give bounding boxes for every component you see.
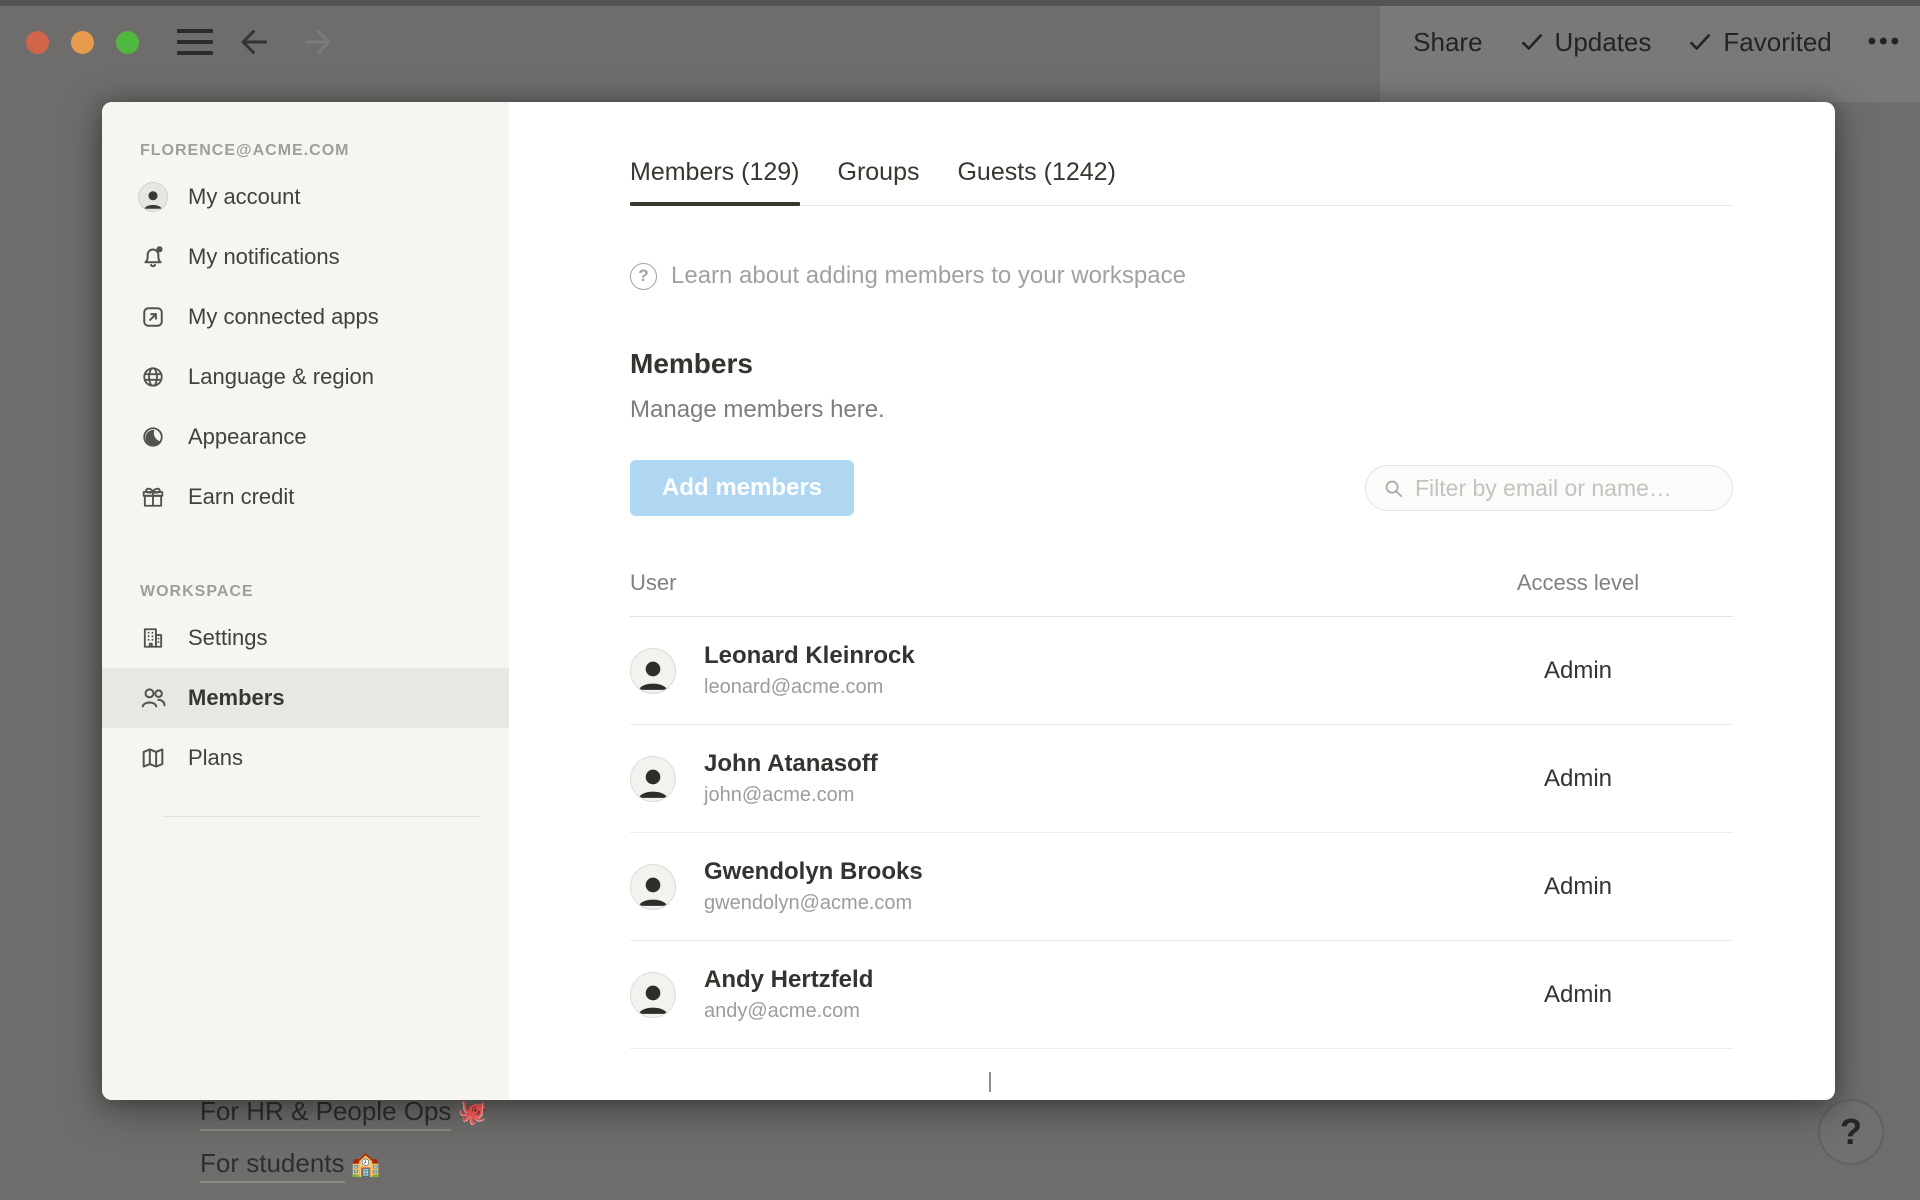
question-mark-icon: ? <box>1840 1111 1862 1153</box>
check-icon <box>1519 29 1545 55</box>
sidebar-item-label: Language & region <box>188 364 374 390</box>
column-header-access-level: Access level <box>1468 570 1688 596</box>
settings-sidebar: FLORENCE@ACME.COM My account My notifica… <box>102 102 509 1100</box>
link-for-students[interactable]: For students🏫 <box>200 1148 380 1179</box>
sidebar-item-earn-credit[interactable]: Earn credit <box>102 467 509 527</box>
sidebar-divider <box>162 816 481 817</box>
link-for-hr-people-ops[interactable]: For HR & People Ops🐙 <box>200 1096 487 1127</box>
octopus-emoji: 🐙 <box>457 1099 487 1126</box>
member-access-level[interactable]: Admin <box>1468 765 1688 793</box>
learn-link-label: Learn about adding members to your works… <box>671 262 1186 290</box>
sidebar-item-label: My notifications <box>188 244 340 270</box>
window-topbar: Share Updates Favorited ••• <box>0 6 1920 78</box>
sidebar-item-settings[interactable]: Settings <box>102 608 509 668</box>
settings-modal: FLORENCE@ACME.COM My account My notifica… <box>102 102 1835 1100</box>
search-icon <box>1382 477 1405 500</box>
updates-label: Updates <box>1555 27 1652 58</box>
sidebar-item-language-region[interactable]: Language & region <box>102 347 509 407</box>
favorited-label: Favorited <box>1723 27 1831 58</box>
members-section-title: Members <box>630 348 1733 380</box>
globe-icon <box>138 362 168 392</box>
moon-circle-icon <box>138 422 168 452</box>
members-settings-panel: Members (129) Groups Guests (1242) ? Lea… <box>509 102 1835 1100</box>
members-section-subtitle: Manage members here. <box>630 396 1733 424</box>
sidebar-item-label: Earn credit <box>188 484 294 510</box>
sidebar-item-label: Members <box>188 685 285 711</box>
minimize-window-button[interactable] <box>71 31 94 54</box>
member-avatar <box>630 972 676 1018</box>
sidebar-item-label: My account <box>188 184 301 210</box>
help-button[interactable]: ? <box>1818 1099 1884 1165</box>
workspace-section-header: WORKSPACE <box>102 583 509 608</box>
sidebar-item-label: Appearance <box>188 424 307 450</box>
bell-icon <box>138 242 168 272</box>
member-name: John Atanasoff <box>704 750 1468 778</box>
sidebar-item-appearance[interactable]: Appearance <box>102 407 509 467</box>
text-cursor <box>989 1072 991 1092</box>
members-actions-row: Add members <box>630 460 1733 516</box>
member-email: john@acme.com <box>704 784 1468 807</box>
gift-icon <box>138 482 168 512</box>
building-icon <box>138 623 168 653</box>
sidebar-item-label: Settings <box>188 625 268 651</box>
sidebar-item-my-notifications[interactable]: My notifications <box>102 227 509 287</box>
share-label: Share <box>1413 27 1482 58</box>
member-access-level[interactable]: Admin <box>1468 981 1688 1009</box>
member-access-level[interactable]: Admin <box>1468 657 1688 685</box>
member-email: andy@acme.com <box>704 1000 1468 1023</box>
members-table-header: User Access level <box>630 570 1733 617</box>
member-info: Gwendolyn Brooks gwendolyn@acme.com <box>704 858 1468 915</box>
sidebar-item-members[interactable]: Members <box>102 668 509 728</box>
close-window-button[interactable] <box>26 31 49 54</box>
member-name: Andy Hertzfeld <box>704 966 1468 994</box>
traffic-lights <box>26 31 139 54</box>
map-icon <box>138 743 168 773</box>
member-avatar <box>630 864 676 910</box>
tab-members[interactable]: Members (129) <box>630 158 800 205</box>
people-icon <box>138 683 168 713</box>
sidebar-item-label: Plans <box>188 745 243 771</box>
member-info: Leonard Kleinrock leonard@acme.com <box>704 642 1468 699</box>
members-tabs: Members (129) Groups Guests (1242) <box>630 158 1733 206</box>
member-name: Gwendolyn Brooks <box>704 858 1468 886</box>
table-row[interactable]: John Atanasoff john@acme.com Admin <box>630 725 1733 833</box>
member-name: Leonard Kleinrock <box>704 642 1468 670</box>
column-header-user: User <box>630 570 1468 596</box>
member-avatar <box>630 648 676 694</box>
forward-icon[interactable] <box>297 22 337 62</box>
member-info: Andy Hertzfeld andy@acme.com <box>704 966 1468 1023</box>
updates-button[interactable]: Updates <box>1519 27 1652 58</box>
table-row[interactable]: Andy Hertzfeld andy@acme.com Admin <box>630 941 1733 1049</box>
member-access-level[interactable]: Admin <box>1468 873 1688 901</box>
member-email: leonard@acme.com <box>704 676 1468 699</box>
zoom-window-button[interactable] <box>116 31 139 54</box>
account-email-header: FLORENCE@ACME.COM <box>102 142 509 167</box>
member-info: John Atanasoff john@acme.com <box>704 750 1468 807</box>
member-avatar <box>630 756 676 802</box>
user-avatar <box>138 182 168 212</box>
add-members-button[interactable]: Add members <box>630 460 854 516</box>
sidebar-item-my-account[interactable]: My account <box>102 167 509 227</box>
table-row[interactable]: Gwendolyn Brooks gwendolyn@acme.com Admi… <box>630 833 1733 941</box>
more-options-icon[interactable]: ••• <box>1868 28 1902 56</box>
filter-members-box[interactable] <box>1365 465 1733 511</box>
favorited-button[interactable]: Favorited <box>1687 27 1831 58</box>
share-button[interactable]: Share <box>1413 27 1482 58</box>
sidebar-item-plans[interactable]: Plans <box>102 728 509 788</box>
tab-guests[interactable]: Guests (1242) <box>957 158 1115 205</box>
question-circle-icon: ? <box>630 263 657 290</box>
arrow-up-right-square-icon <box>138 302 168 332</box>
check-icon <box>1687 29 1713 55</box>
back-icon[interactable] <box>235 22 275 62</box>
sidebar-item-label: My connected apps <box>188 304 379 330</box>
member-email: gwendolyn@acme.com <box>704 892 1468 915</box>
filter-members-input[interactable] <box>1415 475 1716 502</box>
sidebar-item-my-connected-apps[interactable]: My connected apps <box>102 287 509 347</box>
tab-groups[interactable]: Groups <box>838 158 920 205</box>
menu-icon[interactable] <box>177 29 213 55</box>
school-emoji: 🏫 <box>351 1151 381 1178</box>
learn-about-members-link[interactable]: ? Learn about adding members to your wor… <box>630 262 1186 290</box>
background-page-links: For HR & People Ops🐙 For students🏫 <box>200 1096 487 1200</box>
table-row[interactable]: Leonard Kleinrock leonard@acme.com Admin <box>630 617 1733 725</box>
